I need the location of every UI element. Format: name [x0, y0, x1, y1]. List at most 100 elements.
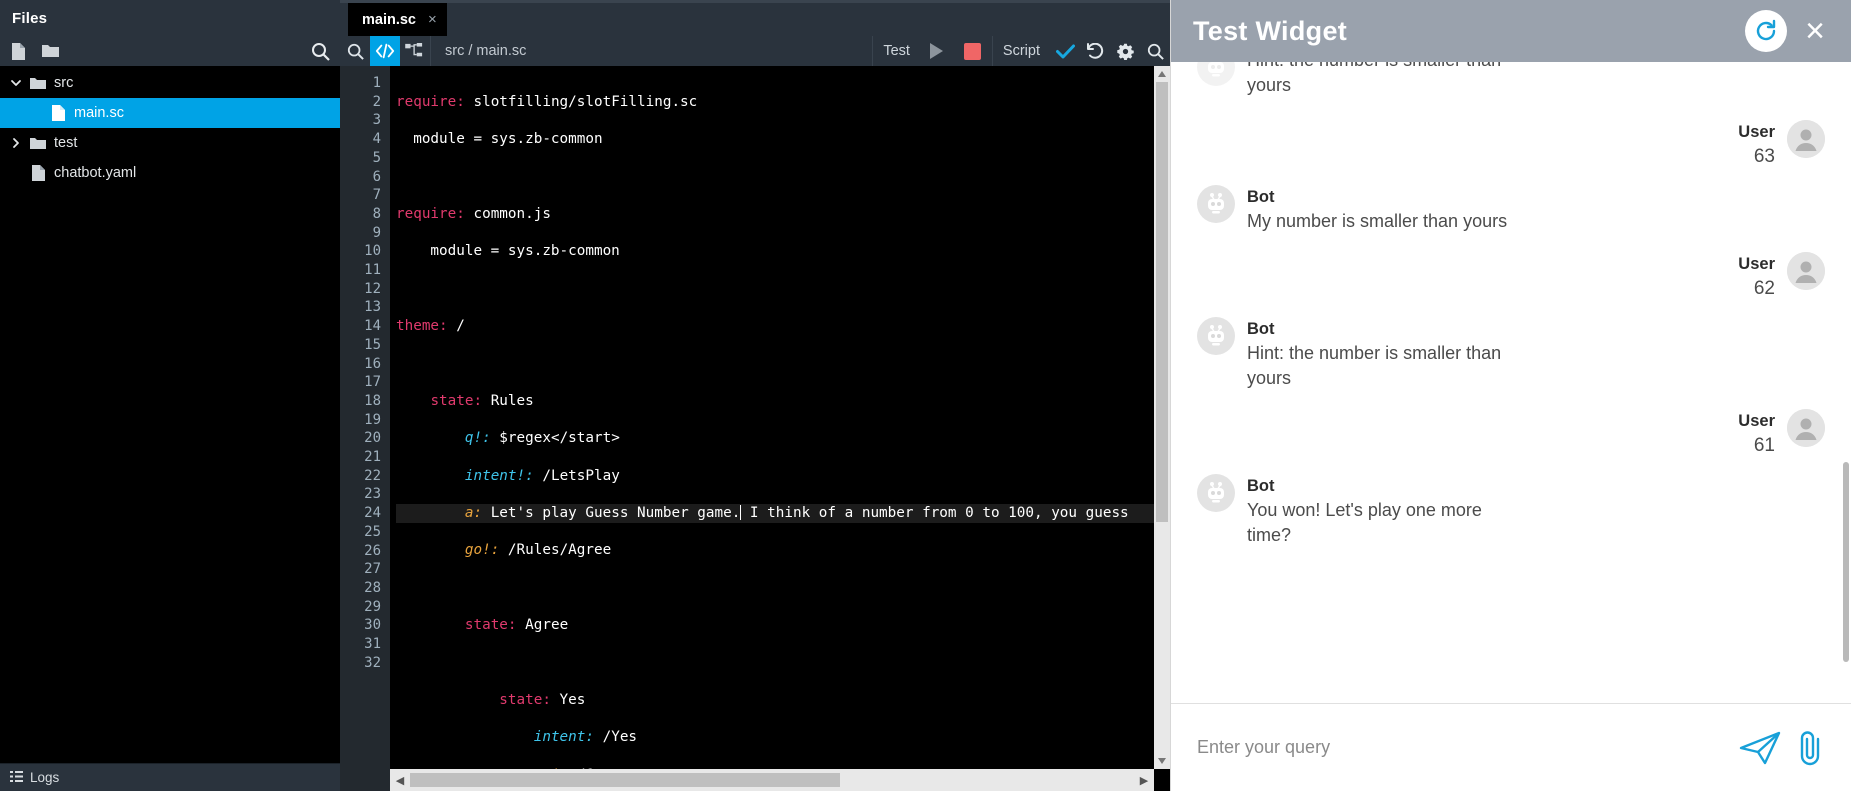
scroll-right-arrow[interactable]: ▶: [1134, 774, 1154, 787]
chevron-right-icon[interactable]: [6, 137, 26, 149]
code-line: state: Rules: [396, 392, 1170, 411]
scrollbar-thumb[interactable]: [1156, 82, 1168, 522]
chat-bubble: User 63: [1738, 120, 1775, 169]
chat-message-bot: Bot Hint: the number is smaller than you…: [1197, 317, 1825, 391]
line-number-gutter: 1 2 3 4 5 6 7 8 9 10 11 12 13 14 15 16 1…: [340, 66, 390, 791]
code-line: module = sys.zb-common: [396, 130, 1170, 149]
files-panel: Files src: [0, 0, 340, 791]
code-line: require: common.js: [396, 205, 1170, 224]
send-icon[interactable]: [1739, 731, 1781, 765]
code-line: intent!: /LetsPlay: [396, 467, 1170, 486]
tree-item-label: chatbot.yaml: [54, 165, 136, 181]
refresh-icon[interactable]: [1745, 10, 1787, 52]
code-line: state: Agree: [396, 616, 1170, 635]
user-avatar: [1787, 120, 1825, 158]
code-line: [396, 280, 1170, 299]
code-view-icon[interactable]: [370, 36, 400, 66]
editor-toolbar: src / main.sc Test Script: [340, 36, 1170, 66]
h-scroll-track[interactable]: [410, 773, 1134, 787]
scroll-down-arrow[interactable]: [1154, 753, 1170, 769]
editor-panel: main.sc × src / main.sc Test Scri: [340, 0, 1170, 791]
chat-text: Hint: the number is smaller than yours: [1247, 341, 1512, 391]
editor-horizontal-scrollbar[interactable]: ◀ ▶: [390, 769, 1154, 791]
code-line: module = sys.zb-common: [396, 242, 1170, 261]
code-scroll[interactable]: require: slotfilling/slotFilling.sc modu…: [390, 66, 1170, 791]
chat-bubble: User 61: [1738, 409, 1775, 458]
new-file-icon[interactable]: [10, 42, 27, 61]
chat-sender: User: [1738, 409, 1775, 433]
code-line: go!: /Rules/Agree: [396, 541, 1170, 560]
chat-message-bot: Hint: the number is smaller than yours: [1197, 62, 1825, 98]
editor-find-icon[interactable]: [1140, 36, 1170, 66]
editor-vertical-scrollbar[interactable]: [1154, 66, 1170, 769]
chat-text: You won! Let's play one more time?: [1247, 498, 1512, 548]
close-icon[interactable]: ×: [428, 11, 437, 28]
close-icon[interactable]: ×: [1805, 14, 1829, 48]
tree-item-label: src: [54, 75, 73, 91]
logs-label: Logs: [30, 770, 59, 785]
breadcrumb: src / main.sc: [431, 43, 872, 59]
tab-main-sc[interactable]: main.sc ×: [348, 3, 447, 36]
chat-text: Hint: the number is smaller than yours: [1247, 62, 1512, 98]
editor-search-icon[interactable]: [340, 36, 370, 66]
tree-item-label: test: [54, 135, 77, 151]
chat-text: 63: [1738, 144, 1775, 169]
bot-avatar: [1197, 317, 1235, 355]
tree-item-main-sc[interactable]: main.sc: [0, 98, 340, 128]
chat-message-user: User 61: [1197, 409, 1825, 458]
chat-bubble: Bot My number is smaller than yours: [1247, 185, 1507, 234]
chat-sender: User: [1738, 252, 1775, 276]
scroll-up-arrow[interactable]: [1154, 66, 1170, 82]
scrollbar-thumb[interactable]: [1843, 462, 1849, 662]
chat-message-user: User 63: [1197, 120, 1825, 169]
scroll-left-arrow[interactable]: ◀: [390, 774, 410, 787]
tree-item-test[interactable]: test: [0, 128, 340, 158]
tree-item-chatbot-yaml[interactable]: chatbot.yaml: [0, 158, 340, 188]
tab-label: main.sc: [362, 12, 416, 28]
test-button[interactable]: Test: [873, 43, 920, 59]
code-line: [396, 579, 1170, 598]
code-area[interactable]: 1 2 3 4 5 6 7 8 9 10 11 12 13 14 15 16 1…: [340, 66, 1170, 791]
code-line: require: slotfilling/slotFilling.sc: [396, 93, 1170, 112]
files-search-icon[interactable]: [311, 42, 330, 61]
bot-avatar: [1197, 185, 1235, 223]
chevron-down-icon[interactable]: [6, 77, 26, 89]
gear-icon[interactable]: [1110, 36, 1140, 66]
paperclip-icon[interactable]: [1797, 730, 1825, 766]
code-line: state: Yes: [396, 691, 1170, 710]
chat-messages[interactable]: Hint: the number is smaller than yours U…: [1171, 62, 1851, 703]
chat-scrollbar[interactable]: [1843, 132, 1849, 692]
user-avatar: [1787, 409, 1825, 447]
chat-sender: Bot: [1247, 474, 1512, 498]
file-icon: [26, 164, 50, 182]
graph-view-icon[interactable]: [400, 36, 430, 66]
app-root: Files src: [0, 0, 1851, 791]
script-button[interactable]: Script: [993, 43, 1050, 59]
bot-avatar: [1197, 474, 1235, 512]
play-icon[interactable]: [930, 43, 943, 59]
code-content[interactable]: require: slotfilling/slotFilling.sc modu…: [390, 66, 1170, 791]
chat-input[interactable]: [1197, 737, 1723, 758]
files-toolbar: [0, 36, 340, 66]
test-widget-header: Test Widget ×: [1171, 0, 1851, 62]
code-line: [396, 654, 1170, 673]
scrollbar-thumb[interactable]: [410, 773, 840, 787]
editor-tabbar: main.sc ×: [340, 0, 1170, 36]
new-folder-icon[interactable]: [41, 43, 60, 59]
undo-icon[interactable]: [1080, 36, 1110, 66]
code-line: [396, 167, 1170, 186]
tree-item-src[interactable]: src: [0, 68, 340, 98]
code-line: q!: $regex</start>: [396, 429, 1170, 448]
chat-bubble: Bot You won! Let's play one more time?: [1247, 474, 1512, 548]
chat-text: 62: [1738, 276, 1775, 301]
user-avatar: [1787, 252, 1825, 290]
code-line: intent: /Yes: [396, 728, 1170, 747]
stop-icon[interactable]: [964, 43, 981, 60]
file-tree: src main.sc test: [0, 66, 340, 763]
logs-bar[interactable]: Logs: [0, 763, 340, 791]
chat-sender: Bot: [1247, 317, 1512, 341]
logs-icon: [10, 770, 23, 785]
folder-icon: [26, 136, 50, 151]
test-widget-panel: Test Widget × Hint: the number is smalle…: [1170, 0, 1851, 791]
check-icon[interactable]: [1050, 36, 1080, 66]
